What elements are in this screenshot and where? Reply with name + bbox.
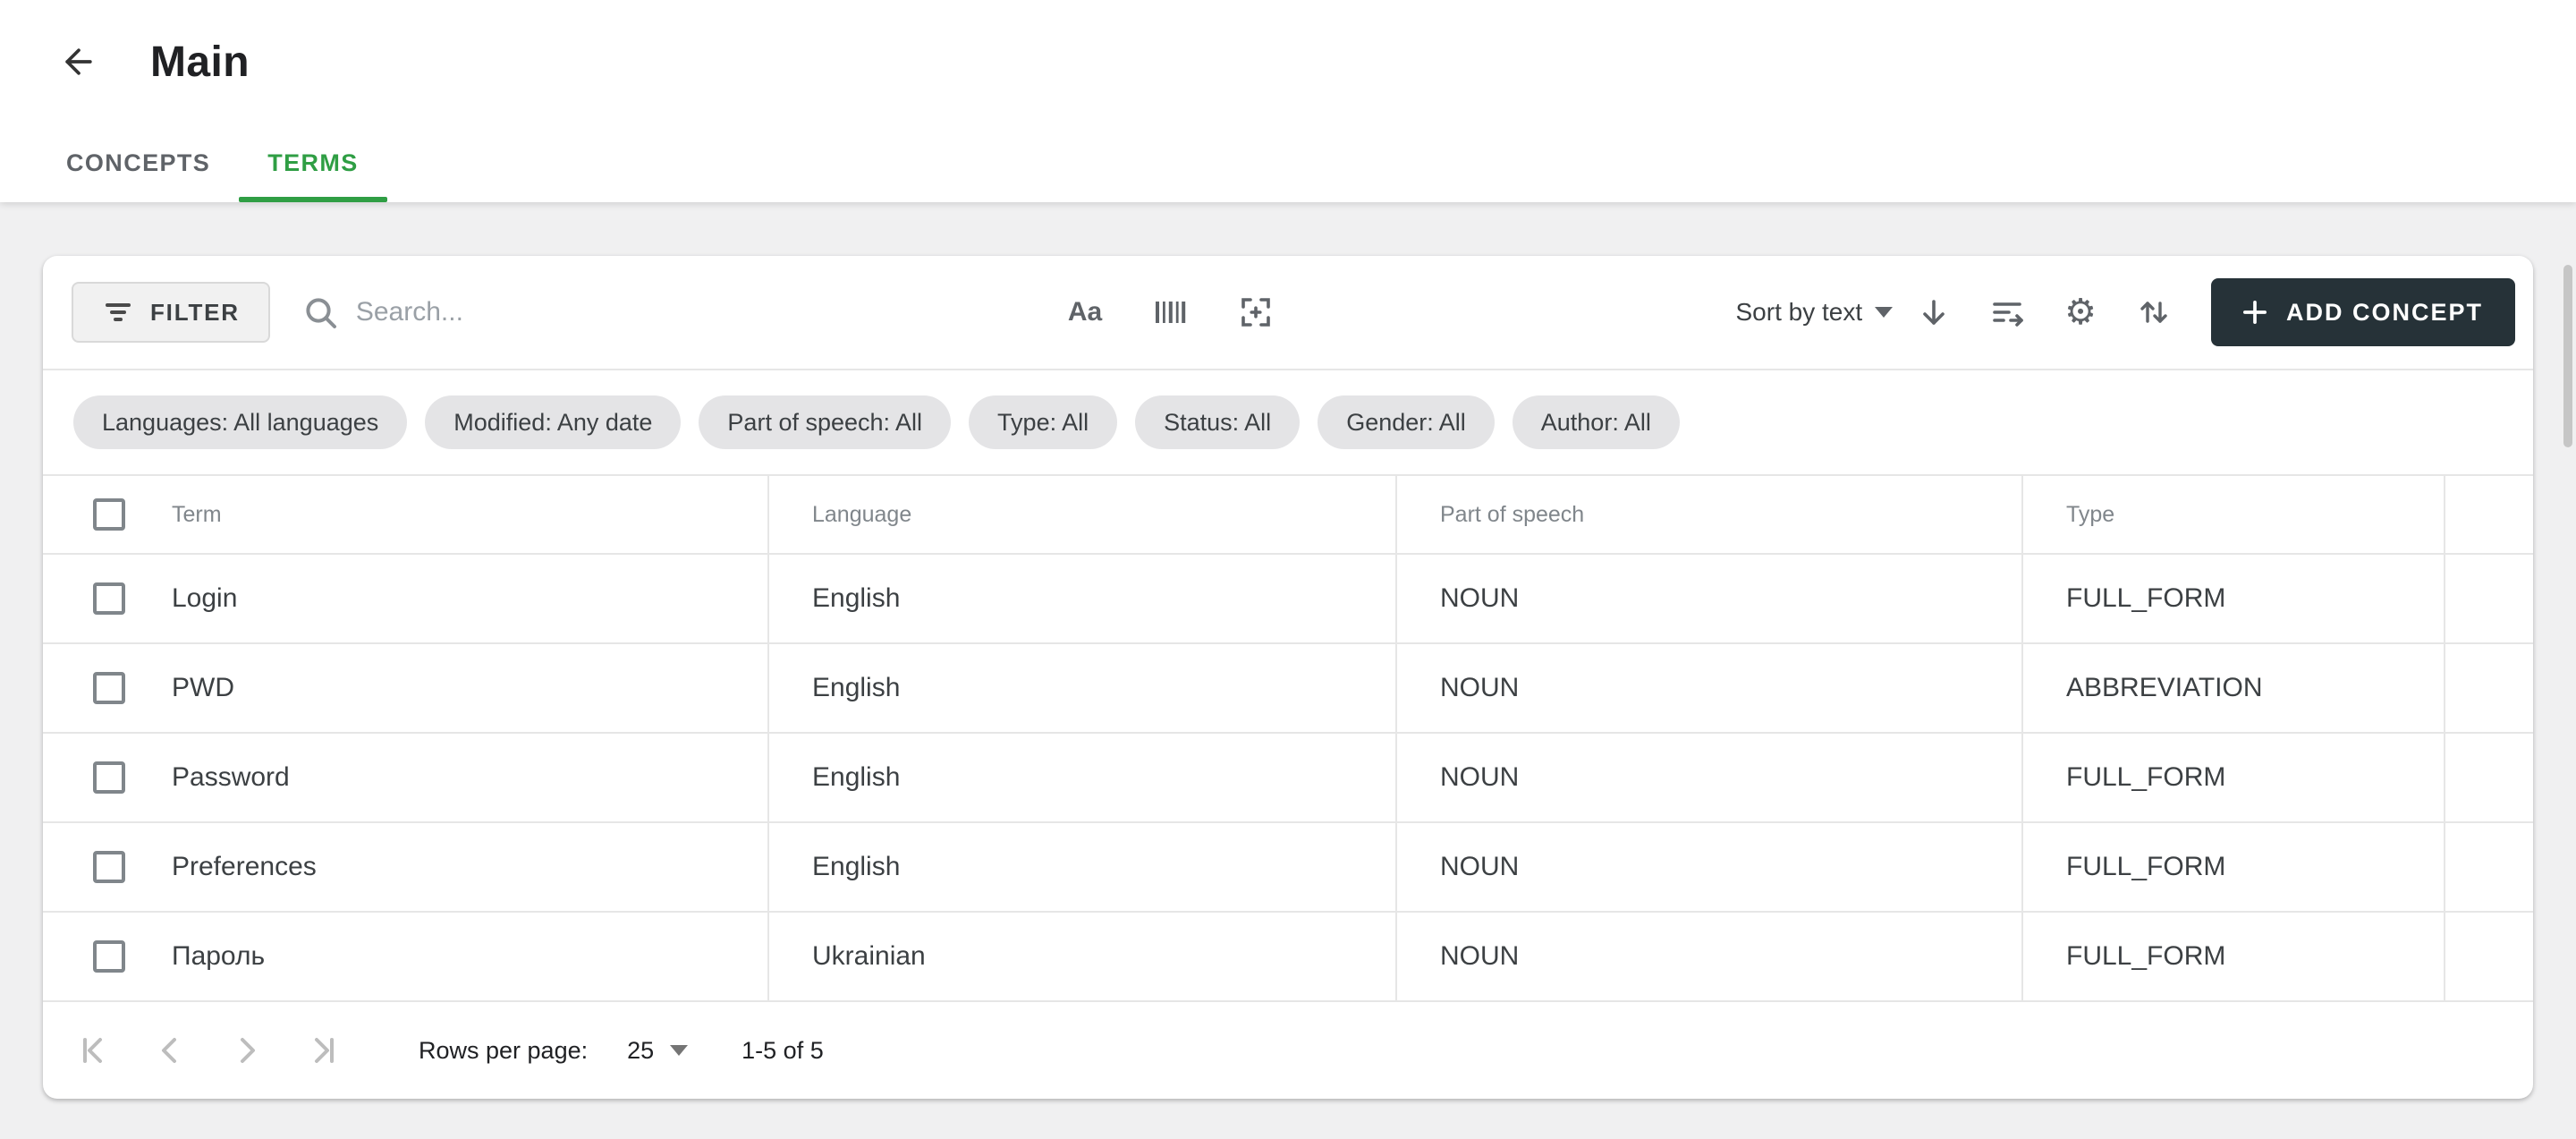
sort-direction-icon[interactable] <box>1918 296 1950 328</box>
filter-button-label: FILTER <box>150 299 240 327</box>
column-header-language[interactable]: Language <box>767 476 1395 553</box>
type-cell: FULL_FORM <box>2021 913 2444 1000</box>
filter-chip[interactable]: Author: All <box>1513 395 1680 449</box>
tab-concepts[interactable]: CONCEPTS <box>38 123 239 202</box>
add-concept-button[interactable]: ADD CONCEPT <box>2211 278 2515 346</box>
match-case-icon[interactable]: Aa <box>1068 297 1102 327</box>
flat-view-icon[interactable] <box>1989 294 2025 330</box>
type-cell: FULL_FORM <box>2021 555 2444 642</box>
filter-chip[interactable]: Type: All <box>969 395 1117 449</box>
rows-per-page-value: 25 <box>627 1037 654 1065</box>
type-cell: FULL_FORM <box>2021 823 2444 911</box>
app-root: Main CONCEPTS TERMS FILTER Aa <box>0 0 2576 1139</box>
last-page-icon[interactable] <box>299 1025 349 1075</box>
search-input[interactable] <box>356 297 1018 327</box>
term-cell: Пароль <box>157 913 767 1000</box>
pagination-range: 1-5 of 5 <box>741 1037 824 1065</box>
gear-icon[interactable]: ⚙ <box>2064 294 2097 330</box>
chevron-down-icon <box>1875 307 1893 318</box>
part-of-speech-cell: NOUN <box>1395 555 2021 642</box>
part-of-speech-cell: NOUN <box>1395 644 2021 732</box>
row-checkbox[interactable] <box>93 940 125 973</box>
selection-frame-icon[interactable] <box>1238 294 1274 330</box>
column-header-type[interactable]: Type <box>2021 476 2444 553</box>
filter-chip[interactable]: Status: All <box>1135 395 1300 449</box>
chevron-down-icon <box>670 1045 688 1056</box>
page-header: Main CONCEPTS TERMS <box>0 0 2576 202</box>
first-page-icon[interactable] <box>68 1025 118 1075</box>
language-cell: English <box>767 823 1395 911</box>
filter-chip[interactable]: Gender: All <box>1318 395 1495 449</box>
table-row[interactable]: Password English NOUN FULL_FORM <box>43 734 2533 823</box>
search-option-icons: Aa <box>1068 294 1274 330</box>
row-checkbox[interactable] <box>93 582 125 615</box>
next-page-icon[interactable] <box>222 1025 272 1075</box>
toolbar: FILTER Aa Sort by <box>43 256 2533 370</box>
back-button[interactable] <box>43 26 114 98</box>
language-cell: English <box>767 644 1395 732</box>
sort-select[interactable]: Sort by text <box>1736 298 1894 327</box>
row-checkbox[interactable] <box>93 761 125 794</box>
extra-cell <box>2444 823 2533 911</box>
rows-per-page-select[interactable]: 25 <box>627 1037 688 1065</box>
sort-select-label: Sort by text <box>1736 298 1863 327</box>
page-title: Main <box>150 38 250 87</box>
extra-cell <box>2444 913 2533 1000</box>
term-cell: Preferences <box>157 823 767 911</box>
filter-chip[interactable]: Part of speech: All <box>699 395 951 449</box>
rows-per-page-label: Rows per page: <box>419 1037 588 1065</box>
arrow-left-icon <box>59 42 98 81</box>
toolbar-right: Sort by text ⚙ ADD CONCEP <box>1736 278 2516 346</box>
term-cell: PWD <box>157 644 767 732</box>
term-cell: Login <box>157 555 767 642</box>
plus-icon <box>2243 301 2267 324</box>
part-of-speech-cell: NOUN <box>1395 823 2021 911</box>
type-cell: ABBREVIATION <box>2021 644 2444 732</box>
filter-chip[interactable]: Languages: All languages <box>73 395 407 449</box>
search-icon <box>302 294 338 330</box>
language-cell: Ukrainian <box>767 913 1395 1000</box>
filter-chips-row: Languages: All languages Modified: Any da… <box>43 370 2533 476</box>
content-area: FILTER Aa Sort by <box>0 202 2576 1139</box>
barcode-icon[interactable] <box>1152 294 1188 330</box>
filter-funnel-icon <box>102 296 134 328</box>
select-all-checkbox[interactable] <box>93 498 125 531</box>
table-row[interactable]: PWD English NOUN ABBREVIATION <box>43 644 2533 734</box>
filter-button[interactable]: FILTER <box>72 282 270 343</box>
pagination-bar: Rows per page: 25 1-5 of 5 <box>43 1002 2533 1099</box>
language-cell: English <box>767 555 1395 642</box>
table-row[interactable]: Preferences English NOUN FULL_FORM <box>43 823 2533 913</box>
extra-cell <box>2444 734 2533 821</box>
table-row[interactable]: Login English NOUN FULL_FORM <box>43 555 2533 644</box>
part-of-speech-cell: NOUN <box>1395 734 2021 821</box>
row-checkbox[interactable] <box>93 851 125 883</box>
title-row: Main <box>0 0 2576 123</box>
terms-card: FILTER Aa Sort by <box>43 256 2533 1099</box>
column-header-part-of-speech[interactable]: Part of speech <box>1395 476 2021 553</box>
column-header-extra <box>2444 476 2533 553</box>
page-scrollbar[interactable] <box>2563 265 2572 447</box>
search-box[interactable] <box>302 294 1018 330</box>
term-cell: Password <box>157 734 767 821</box>
language-cell: English <box>767 734 1395 821</box>
extra-cell <box>2444 555 2533 642</box>
table-header-row: Term Language Part of speech Type <box>43 476 2533 555</box>
tab-terms[interactable]: TERMS <box>239 123 387 202</box>
extra-cell <box>2444 644 2533 732</box>
column-header-term[interactable]: Term <box>157 476 767 553</box>
filter-chip[interactable]: Modified: Any date <box>425 395 681 449</box>
table-body: Login English NOUN FULL_FORM PWD English… <box>43 555 2533 1002</box>
table-row[interactable]: Пароль Ukrainian NOUN FULL_FORM <box>43 913 2533 1002</box>
tab-bar: CONCEPTS TERMS <box>0 123 2576 202</box>
row-checkbox[interactable] <box>93 672 125 704</box>
type-cell: FULL_FORM <box>2021 734 2444 821</box>
part-of-speech-cell: NOUN <box>1395 913 2021 1000</box>
previous-page-icon[interactable] <box>145 1025 195 1075</box>
swap-vertical-icon[interactable] <box>2136 294 2172 330</box>
add-concept-label: ADD CONCEPT <box>2286 299 2483 327</box>
